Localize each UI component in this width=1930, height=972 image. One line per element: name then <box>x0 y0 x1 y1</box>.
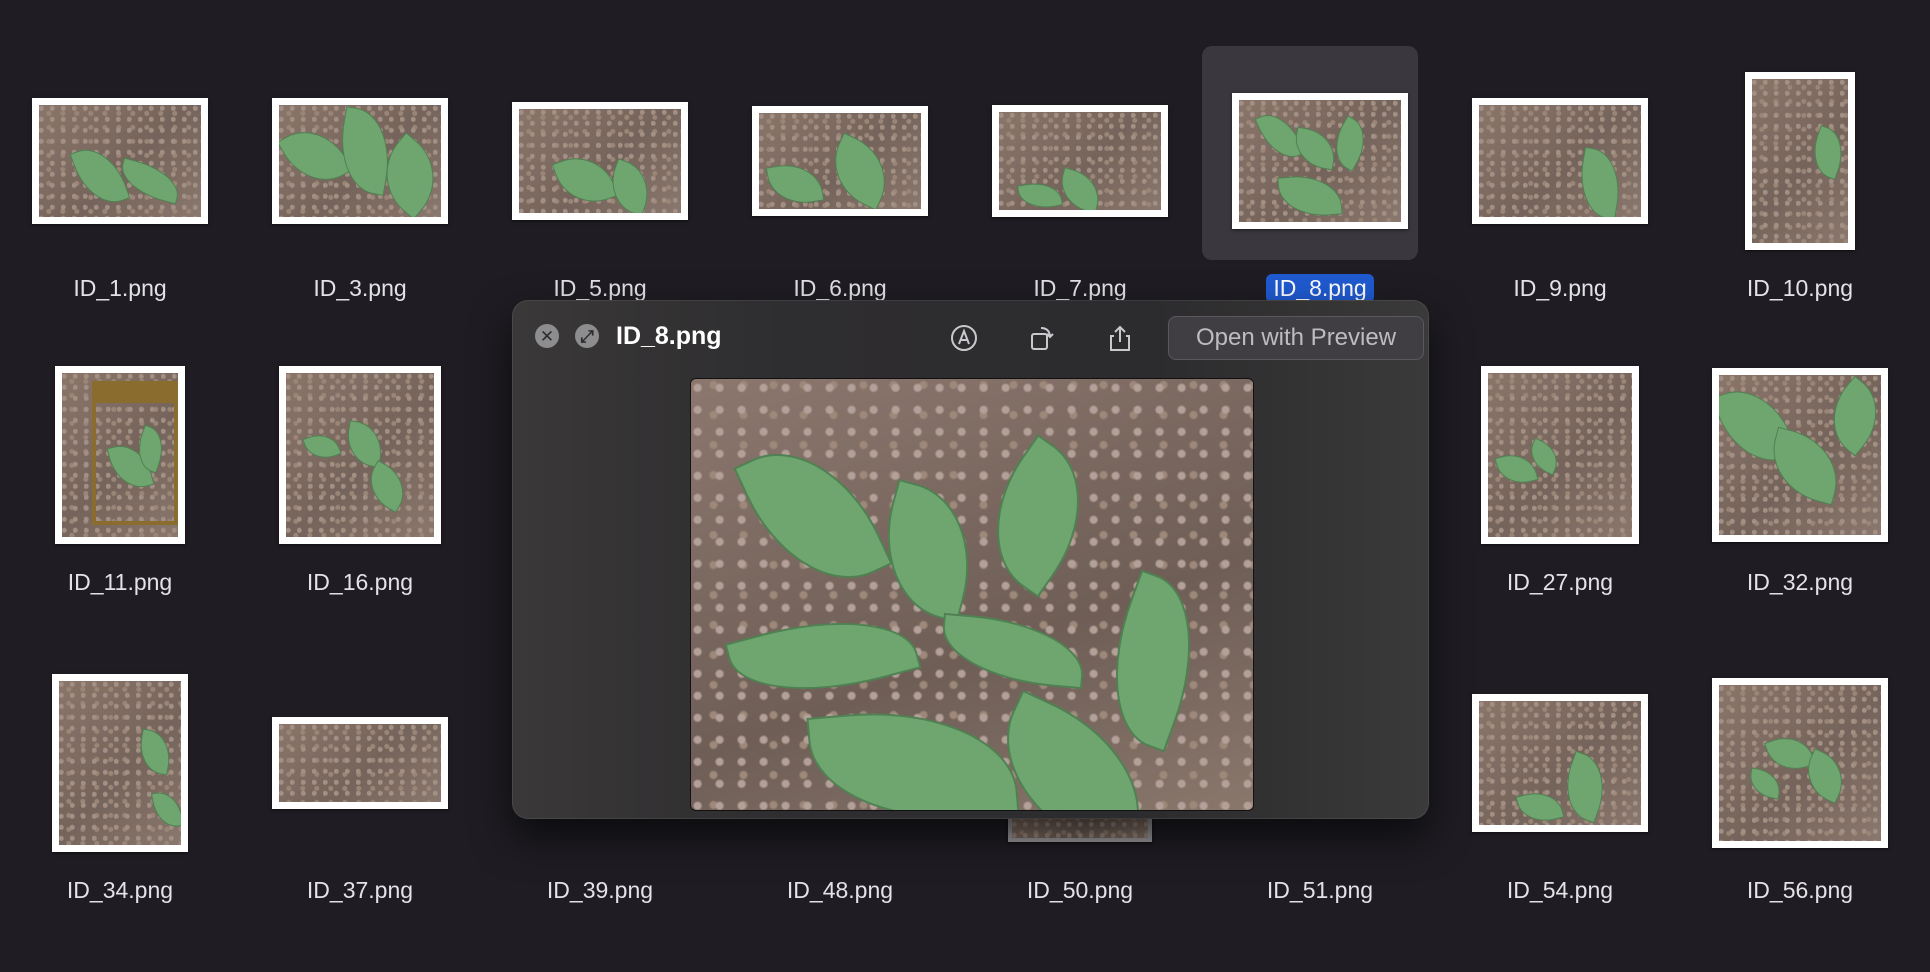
file-name[interactable]: ID_54.png <box>1500 876 1620 905</box>
thumbnail[interactable] <box>1712 368 1888 542</box>
file-name[interactable]: ID_48.png <box>780 876 900 905</box>
thumbnail[interactable] <box>55 366 185 544</box>
file-name[interactable]: ID_37.png <box>300 876 420 905</box>
plant-photo <box>279 724 441 802</box>
thumbnail-area <box>1690 64 1910 258</box>
file-name[interactable]: ID_5.png <box>546 274 653 303</box>
file-item[interactable]: ID_32.png <box>1680 358 1920 658</box>
file-item[interactable]: ID_27.png <box>1440 358 1680 658</box>
markup-icon[interactable] <box>946 320 982 356</box>
thumbnail[interactable] <box>1232 93 1408 229</box>
thumbnail[interactable] <box>1745 72 1855 250</box>
thumbnail[interactable] <box>272 98 448 224</box>
plant-photo <box>1719 685 1881 841</box>
close-icon[interactable]: ✕ <box>535 324 559 348</box>
thumbnail-area <box>250 64 470 258</box>
file-item[interactable]: ID_37.png <box>240 666 480 966</box>
plant-photo <box>759 113 921 209</box>
plant-photo <box>691 379 1253 810</box>
plant-photo <box>1488 373 1632 537</box>
file-name[interactable]: ID_7.png <box>1026 274 1133 303</box>
file-item[interactable]: ID_11.png <box>0 358 240 658</box>
thumbnail-area <box>250 666 470 860</box>
plant-photo <box>59 681 181 845</box>
fullscreen-icon[interactable]: ⤢ <box>575 324 599 348</box>
file-item[interactable]: ID_3.png <box>240 64 480 364</box>
thumbnail-area <box>10 358 230 552</box>
file-name[interactable]: ID_6.png <box>786 274 893 303</box>
thumbnail[interactable] <box>1481 366 1639 544</box>
file-item[interactable]: ID_1.png <box>0 64 240 364</box>
thumbnail[interactable] <box>1472 694 1648 832</box>
plant-photo <box>1752 79 1848 243</box>
file-name[interactable]: ID_51.png <box>1260 876 1380 905</box>
preview-image <box>690 378 1254 811</box>
thumbnail[interactable] <box>752 106 928 216</box>
plant-photo <box>1719 375 1881 535</box>
file-item[interactable]: ID_16.png <box>240 358 480 658</box>
file-item[interactable]: ID_34.png <box>0 666 240 966</box>
file-name[interactable]: ID_16.png <box>300 568 420 597</box>
share-icon[interactable] <box>1102 320 1138 356</box>
thumbnail-area <box>1450 358 1670 552</box>
thumbnail[interactable] <box>272 717 448 809</box>
thumbnail[interactable] <box>992 105 1168 217</box>
file-item[interactable]: ID_54.png <box>1440 666 1680 966</box>
thumbnail[interactable] <box>279 366 441 544</box>
thumbnail-area <box>490 64 710 258</box>
thumbnail-area <box>1450 666 1670 860</box>
file-name[interactable]: ID_27.png <box>1500 568 1620 597</box>
plant-photo <box>286 373 434 537</box>
plant-photo <box>39 105 201 217</box>
file-name[interactable]: ID_32.png <box>1740 568 1860 597</box>
file-name[interactable]: ID_34.png <box>60 876 180 905</box>
plant-photo <box>62 373 178 537</box>
thumbnail-area <box>10 64 230 258</box>
file-item[interactable]: ID_56.png <box>1680 666 1920 966</box>
file-name[interactable]: ID_56.png <box>1740 876 1860 905</box>
thumbnail[interactable] <box>52 674 188 852</box>
thumbnail[interactable] <box>1472 98 1648 224</box>
quicklook-title: ID_8.png <box>616 322 722 350</box>
thumbnail-area <box>1690 666 1910 860</box>
file-name[interactable]: ID_50.png <box>1020 876 1140 905</box>
quicklook-panel[interactable]: ✕ ⤢ ID_8.png Open with Preview <box>512 300 1429 819</box>
thumbnail-area <box>730 64 950 258</box>
thumbnail-area <box>1210 64 1430 258</box>
file-name[interactable]: ID_3.png <box>306 274 413 303</box>
file-name[interactable]: ID_8.png <box>1266 274 1374 303</box>
file-name[interactable]: ID_11.png <box>61 568 179 597</box>
quicklook-toolbar: ✕ ⤢ ID_8.png Open with Preview <box>512 300 1429 366</box>
file-item[interactable]: ID_9.png <box>1440 64 1680 364</box>
file-name[interactable]: ID_39.png <box>540 876 660 905</box>
thumbnail-area <box>1690 358 1910 552</box>
thumbnail-area <box>1450 64 1670 258</box>
plant-photo <box>1479 701 1641 825</box>
thumbnail-area <box>10 666 230 860</box>
file-name[interactable]: ID_9.png <box>1506 274 1613 303</box>
thumbnail[interactable] <box>512 102 688 220</box>
plant-photo <box>279 105 441 217</box>
file-name[interactable]: ID_10.png <box>1740 274 1860 303</box>
file-name[interactable]: ID_1.png <box>66 274 173 303</box>
open-with-preview-button[interactable]: Open with Preview <box>1168 316 1424 360</box>
thumbnail-area <box>970 64 1190 258</box>
plant-photo <box>999 112 1161 210</box>
thumbnail[interactable] <box>1712 678 1888 848</box>
plant-photo <box>519 109 681 213</box>
thumbnail-area <box>250 358 470 552</box>
plant-photo <box>1479 105 1641 217</box>
plant-photo <box>1239 100 1401 222</box>
file-item[interactable]: ID_10.png <box>1680 64 1920 364</box>
thumbnail[interactable] <box>32 98 208 224</box>
rotate-icon[interactable] <box>1024 320 1060 356</box>
